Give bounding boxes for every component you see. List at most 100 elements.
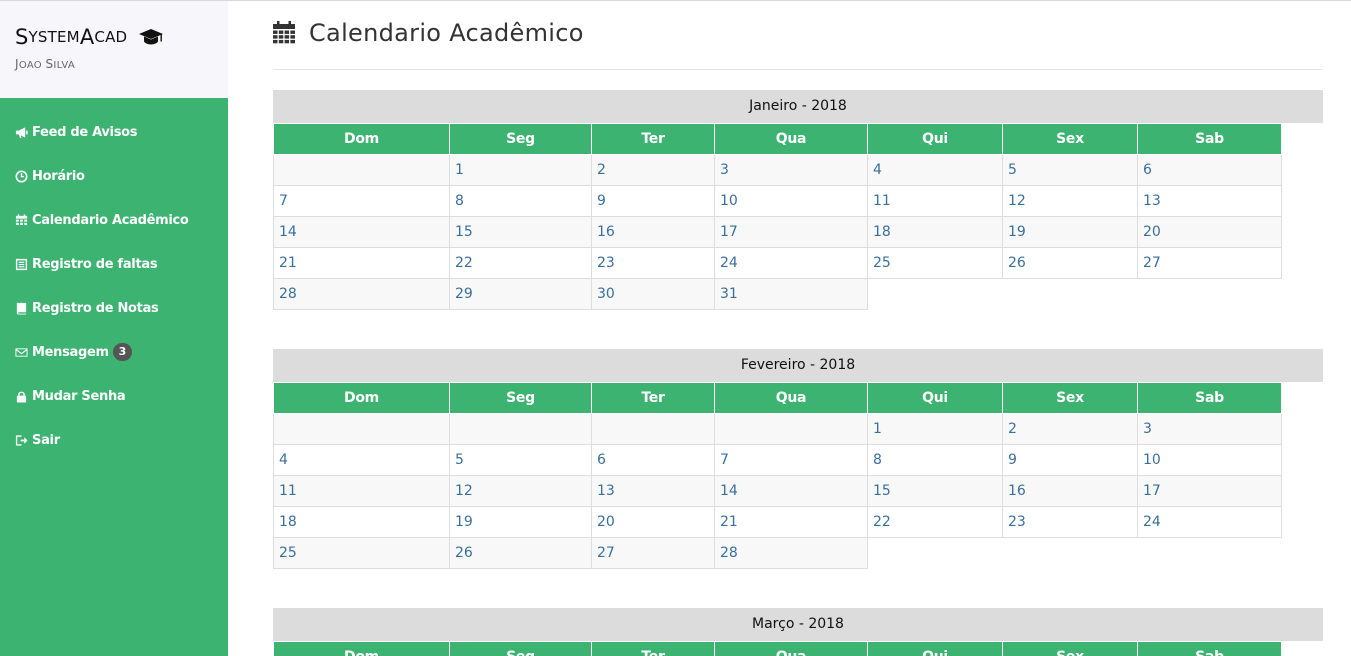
sidebar-item-registro-de-faltas[interactable]: Registro de faltas — [0, 242, 228, 286]
day-cell[interactable]: 18 — [867, 216, 1003, 248]
day-cell[interactable]: 1 — [867, 413, 1003, 445]
day-cell[interactable]: 5 — [449, 444, 592, 476]
sidebar-item-sair[interactable]: Sair — [0, 418, 228, 462]
month-title: Fevereiro - 2018 — [273, 349, 1323, 382]
day-cell[interactable]: 17 — [714, 216, 868, 248]
weekday-header: Sab — [1137, 641, 1282, 656]
day-cell[interactable]: 6 — [591, 444, 715, 476]
day-cell[interactable]: 18 — [273, 506, 450, 538]
sidebar-nav: Feed de Avisos Horário Calendario Acadêm… — [0, 98, 228, 462]
day-cell[interactable]: 16 — [1002, 475, 1138, 507]
day-cell[interactable]: 14 — [273, 216, 450, 248]
day-cell[interactable]: 30 — [591, 278, 715, 310]
sidebar-item-mudar-senha[interactable]: Mudar Senha — [0, 374, 228, 418]
day-cell[interactable]: 2 — [591, 154, 715, 186]
day-cell[interactable]: 19 — [449, 506, 592, 538]
sign-out-icon — [15, 434, 28, 447]
weekday-header: Dom — [273, 123, 450, 155]
day-cell[interactable]: 15 — [867, 475, 1003, 507]
day-cell[interactable]: 9 — [1002, 444, 1138, 476]
day-cell[interactable]: 3 — [1137, 413, 1282, 445]
page-header: Calendario Acadêmico — [273, 1, 1323, 70]
empty-day-cell — [449, 413, 592, 445]
day-cell[interactable]: 21 — [714, 506, 868, 538]
day-cell[interactable]: 25 — [273, 537, 450, 569]
main-content: Calendario Acadêmico Janeiro - 2018 Dom Se… — [273, 1, 1323, 656]
weekday-header: Qua — [714, 382, 868, 414]
day-cell[interactable]: 7 — [273, 185, 450, 217]
sidebar-item-label: Mudar Senha — [32, 388, 126, 404]
sidebar-item-calendario-academico[interactable]: Calendario Acadêmico — [0, 198, 228, 242]
day-cell[interactable]: 21 — [273, 247, 450, 279]
week-row: 18 19 20 21 22 23 24 — [273, 506, 1282, 538]
day-cell[interactable]: 10 — [714, 185, 868, 217]
week-row: 28 29 30 31 — [273, 278, 1282, 310]
weekday-header: Sab — [1137, 123, 1282, 155]
day-cell[interactable]: 22 — [867, 506, 1003, 538]
day-cell[interactable]: 26 — [449, 537, 592, 569]
day-cell[interactable]: 20 — [591, 506, 715, 538]
day-cell[interactable]: 5 — [1002, 154, 1138, 186]
weekday-header: Qui — [867, 382, 1003, 414]
sidebar-item-feed-de-avisos[interactable]: Feed de Avisos — [0, 110, 228, 154]
day-cell[interactable]: 6 — [1137, 154, 1282, 186]
sidebar-item-registro-de-notas[interactable]: Registro de Notas — [0, 286, 228, 330]
brand-title[interactable]: System Acad — [15, 25, 228, 49]
week-row: 14 15 16 17 18 19 20 — [273, 216, 1282, 248]
day-cell[interactable]: 25 — [867, 247, 1003, 279]
weekday-header: Seg — [449, 382, 592, 414]
day-cell[interactable]: 23 — [591, 247, 715, 279]
user-name: Joao Silva — [15, 57, 76, 71]
day-cell[interactable]: 13 — [1137, 185, 1282, 217]
day-cell[interactable]: 31 — [714, 278, 868, 310]
day-cell[interactable]: 27 — [1137, 247, 1282, 279]
day-cell[interactable]: 28 — [273, 278, 450, 310]
day-cell[interactable]: 8 — [449, 185, 592, 217]
day-cell[interactable]: 27 — [591, 537, 715, 569]
weekday-header: Ter — [591, 382, 715, 414]
day-cell[interactable]: 22 — [449, 247, 592, 279]
day-cell[interactable]: 24 — [714, 247, 868, 279]
graduation-cap-icon — [139, 27, 164, 47]
day-cell[interactable]: 14 — [714, 475, 868, 507]
day-cell[interactable]: 16 — [591, 216, 715, 248]
day-cell[interactable]: 23 — [1002, 506, 1138, 538]
unread-messages-badge: 3 — [112, 343, 132, 361]
day-cell[interactable]: 15 — [449, 216, 592, 248]
book-icon — [15, 302, 28, 315]
day-cell[interactable]: 8 — [867, 444, 1003, 476]
empty-day-cell — [714, 413, 868, 445]
day-cell[interactable]: 3 — [714, 154, 868, 186]
day-cell[interactable]: 4 — [867, 154, 1003, 186]
sidebar-item-label: Registro de Notas — [32, 300, 159, 316]
sidebar-item-horario[interactable]: Horário — [0, 154, 228, 198]
day-cell[interactable]: 9 — [591, 185, 715, 217]
sidebar-item-label: Horário — [32, 168, 85, 184]
day-cell[interactable]: 7 — [714, 444, 868, 476]
sidebar-item-label: Calendario Acadêmico — [32, 212, 189, 228]
day-cell[interactable]: 4 — [273, 444, 450, 476]
day-cell[interactable]: 12 — [1002, 185, 1138, 217]
sidebar-item-mensagem[interactable]: Mensagem 3 — [0, 330, 228, 374]
week-row: 7 8 9 10 11 12 13 — [273, 185, 1282, 217]
weekday-header: Dom — [273, 641, 450, 656]
day-cell[interactable]: 19 — [1002, 216, 1138, 248]
day-cell[interactable]: 26 — [1002, 247, 1138, 279]
day-cell[interactable]: 11 — [867, 185, 1003, 217]
day-cell[interactable]: 13 — [591, 475, 715, 507]
day-cell[interactable]: 20 — [1137, 216, 1282, 248]
day-cell[interactable]: 1 — [449, 154, 592, 186]
sidebar-item-label: Registro de faltas — [32, 256, 158, 272]
clock-icon — [15, 169, 28, 183]
week-row: 123 — [273, 413, 1282, 445]
day-cell[interactable]: 12 — [449, 475, 592, 507]
day-cell[interactable]: 2 — [1002, 413, 1138, 445]
day-cell[interactable]: 29 — [449, 278, 592, 310]
day-cell[interactable]: 10 — [1137, 444, 1282, 476]
day-cell[interactable]: 17 — [1137, 475, 1282, 507]
day-cell[interactable]: 28 — [714, 537, 868, 569]
weekday-header: Seg — [449, 641, 592, 656]
day-cell[interactable]: 24 — [1137, 506, 1282, 538]
calendar-months: Janeiro - 2018 Dom Seg Ter Qua Qui Sex Sab 1 2 3 4 5… — [273, 90, 1323, 656]
day-cell[interactable]: 11 — [273, 475, 450, 507]
